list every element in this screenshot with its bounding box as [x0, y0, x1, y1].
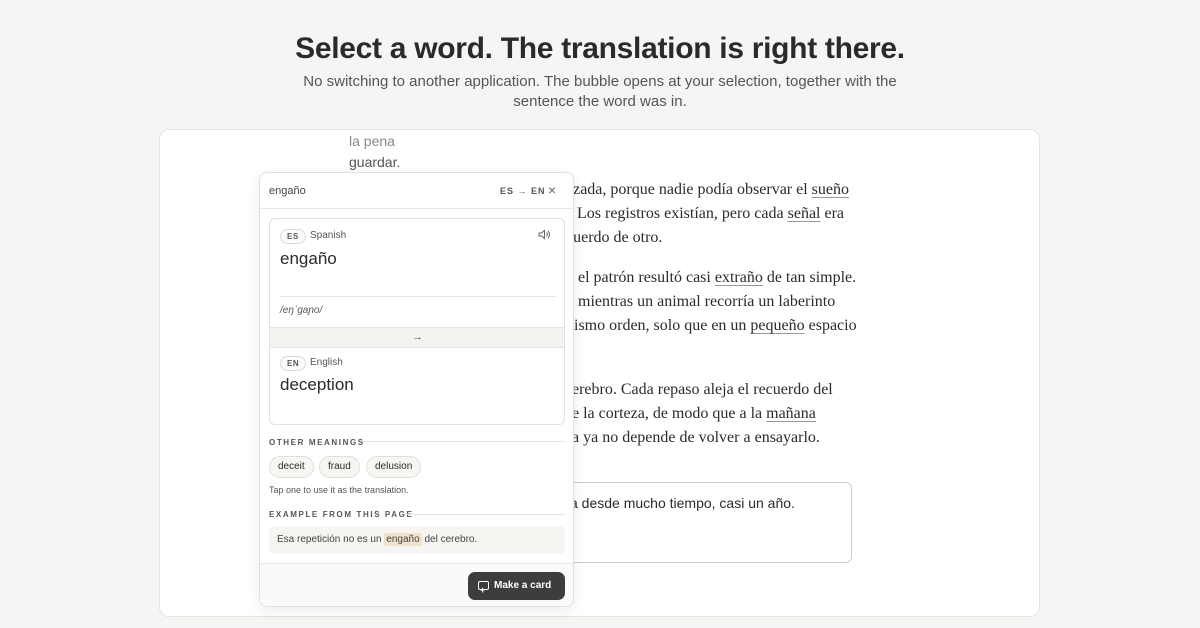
divider — [280, 296, 556, 297]
reader-line: a ya no depende de volver a ensayarlo. — [572, 429, 820, 447]
source-word: engaño — [280, 249, 337, 268]
reader-line-text: a ya no depende de volver a ensayarlo. — [572, 429, 820, 446]
example-label: EXAMPLE FROM THIS PAGE — [269, 510, 414, 519]
divider — [362, 441, 565, 442]
selected-word: engaño — [269, 185, 306, 197]
reader-line: cuerdo de otro. — [566, 229, 662, 247]
make-card-label: Make a card — [494, 580, 552, 591]
target-word: deception — [280, 375, 354, 394]
reader-line: Los registros existían, pero cada señal … — [577, 205, 844, 223]
reader-line-text: e la corteza, de modo que a la — [572, 405, 767, 422]
reader-line: erebro. Cada repaso aleja el recuerdo de… — [572, 381, 833, 399]
target-language-code: EN — [280, 356, 307, 371]
source-language-code: ES — [280, 229, 306, 244]
reader-line-text: erebro. Cada repaso aleja el recuerdo de… — [572, 381, 833, 398]
meanings-hint: Tap one to use it as the translation. — [269, 485, 409, 495]
reader-line-text: Los registros existían, pero cada — [577, 205, 788, 222]
reader-word-link[interactable]: pequeño — [750, 317, 804, 334]
target-language-name: English — [310, 357, 343, 368]
speaker-icon[interactable] — [538, 229, 551, 243]
reader-line: mientras un animal recorría un laberinto — [578, 293, 835, 311]
example-highlight: engaño — [384, 533, 422, 546]
reader-word-link[interactable]: señal — [788, 205, 821, 222]
meaning-chip[interactable]: deceit — [269, 456, 314, 478]
direction-band: → — [270, 327, 564, 348]
add-card-icon — [478, 576, 489, 604]
reader-line-text: espacio — [804, 317, 857, 334]
reader-word-link[interactable]: mañana — [766, 405, 816, 422]
reader-faded-line: guardar. — [349, 154, 401, 170]
arrow-right-icon: → — [412, 331, 423, 343]
reader-line-text: ismo orden, solo que en un — [574, 317, 751, 334]
example-text: del cerebro. — [421, 534, 478, 545]
reader-faded-line: El sueño no apaga la memoria: repite el … — [349, 133, 395, 149]
reader-line-text: cuerdo de otro. — [566, 229, 663, 246]
meaning-chip[interactable]: fraud — [319, 456, 360, 478]
close-icon[interactable]: × — [548, 182, 556, 198]
reader-line: el patrón resultó casi extraño de tan si… — [578, 269, 856, 287]
reader-word-link[interactable]: extraño — [715, 269, 763, 286]
make-card-button[interactable]: Make a card — [468, 572, 565, 604]
reader-faded-paragraph: El sueño no apaga la memoria: repite el … — [349, 130, 849, 173]
hero-title: Select a word. The translation is right … — [295, 32, 905, 65]
bubble-header: engaño ES → EN × — [260, 173, 573, 209]
other-meanings-label: OTHER MEANINGS — [269, 438, 365, 447]
reader-line: azada, porque nadie podía observar el su… — [566, 181, 849, 199]
divider — [406, 514, 565, 515]
reader-line: ismo orden, solo que en un pequeño espac… — [574, 317, 857, 335]
reader-line-text: mientras un animal recorría un laberinto — [578, 293, 836, 310]
reader-line-text: de tan simple. — [762, 269, 857, 286]
reader-line-text: azada, porque nadie podía observar el — [566, 181, 812, 198]
example-sentence: Esa repetición no es un engaño del cereb… — [269, 526, 565, 554]
translation-card: ES Spanish engaño /eŋˈgaɲo/ → EN English… — [269, 218, 565, 425]
pronunciation: /eŋˈgaɲo/ — [280, 305, 323, 316]
example-text: Esa repetición no es un — [277, 534, 385, 545]
hero-subtitle: No switching to another application. The… — [303, 73, 897, 110]
source-language-name: Spanish — [310, 230, 347, 241]
meaning-chip[interactable]: delusion — [366, 456, 422, 478]
reader-word-link[interactable]: sueño — [812, 181, 849, 198]
note-input-value: a desde mucho tiempo, casi un año. — [570, 495, 795, 511]
bubble-footer: Make a card — [260, 563, 573, 606]
reader-line-text: el patrón resultó casi — [578, 269, 715, 286]
reader-line-text: era — [820, 205, 845, 222]
language-direction[interactable]: ES → EN — [500, 186, 546, 196]
reader-line: e la corteza, de modo que a la mañana — [572, 405, 816, 423]
translation-bubble: engaño ES → EN × ES Spanish engaño /eŋˈg… — [259, 172, 574, 607]
